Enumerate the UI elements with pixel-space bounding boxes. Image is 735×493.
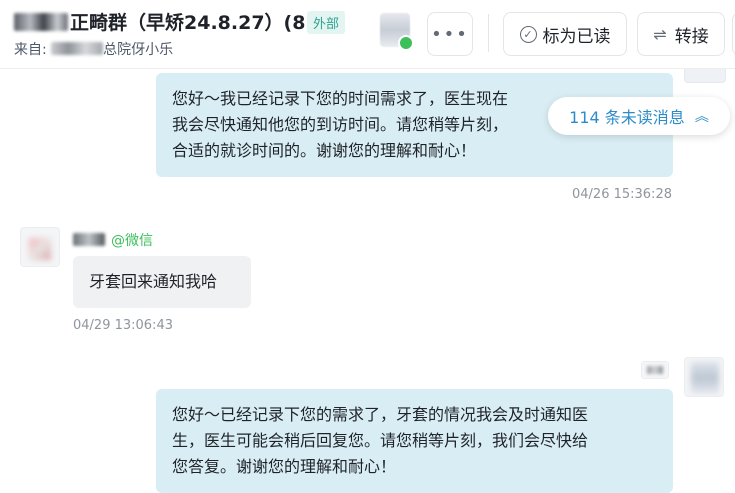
chat-subtitle: 来自: 总院伢小乐 [14, 39, 173, 59]
external-badge: 外部 [307, 11, 346, 34]
chat-title-text: 正畸群（早矫24.8.27）(8) [70, 12, 315, 34]
redacted-title-prefix [14, 13, 68, 31]
sender-avatar[interactable] [20, 227, 60, 267]
chevron-up-icon: ︽ [694, 109, 709, 125]
sender-avatar-image [29, 238, 51, 260]
online-status-dot [398, 35, 414, 51]
header-divider [488, 14, 489, 52]
mark-as-read-label: 标为已读 [542, 26, 611, 47]
mark-as-read-button[interactable]: ✓ 标为已读 [503, 12, 627, 56]
redacted-subtitle [51, 42, 104, 55]
transfer-label: 转接 [674, 26, 709, 47]
agent-avatar-image [691, 362, 719, 394]
message-bubble-outgoing[interactable]: 您好～已经记录下您的需求了，牙套的情况我会及时通知医 生，医生可能会稍后回复您。… [156, 389, 673, 493]
message-timestamp: 04/29 13:06:43 [73, 318, 173, 333]
message-line: 生，医生可能会稍后回复您。请您稍等片刻，我们会尽快给 [172, 431, 589, 450]
message-line: 合适的就诊时间的。谢谢您的理解和耐心！ [172, 141, 477, 160]
chat-title: 正畸群（早矫24.8.27）(8) [14, 8, 314, 35]
chat-header: 正畸群（早矫24.8.27）(8) 外部 来自: 总院伢小乐 ••• ✓ 标为已… [0, 0, 735, 68]
sender-name: @微信 [73, 230, 153, 250]
message-list[interactable]: 您好～我已经记录下您的时间需求了，医生现在 我会尽快通知他您的到访时间。请您稍等… [0, 68, 735, 493]
message-bubble-incoming[interactable]: 牙套回来通知我哈 [73, 256, 251, 308]
agent-avatar-partial [684, 68, 726, 83]
message-text: 牙套回来通知我哈 [89, 272, 218, 291]
more-button[interactable]: ••• [427, 12, 473, 56]
unread-messages-label: 114 条未读消息 [569, 108, 685, 127]
more-icon: ••• [431, 23, 469, 45]
subtitle-suffix: 总院伢小乐 [103, 42, 174, 58]
group-avatar[interactable] [380, 13, 414, 51]
subtitle-prefix: 来自: [14, 42, 52, 58]
check-circle-icon: ✓ [519, 25, 537, 43]
message-timestamp: 04/26 15:36:28 [572, 187, 672, 202]
redacted-sender-name [73, 233, 105, 246]
message-line: 您答复。谢谢您的理解和耐心！ [172, 457, 397, 476]
unread-messages-button[interactable]: 114 条未读消息 ︽ [548, 97, 730, 135]
swap-arrows-icon: ⇌ [653, 24, 667, 44]
redacted-agent-name [647, 366, 663, 374]
message-line: 您好～已经记录下您的需求了，牙套的情况我会及时通知医 [172, 405, 589, 424]
agent-name-tag [641, 361, 669, 379]
wechat-source-tag: @微信 [111, 233, 153, 249]
transfer-button[interactable]: ⇌ 转接 [637, 12, 725, 56]
agent-avatar[interactable] [684, 357, 724, 397]
